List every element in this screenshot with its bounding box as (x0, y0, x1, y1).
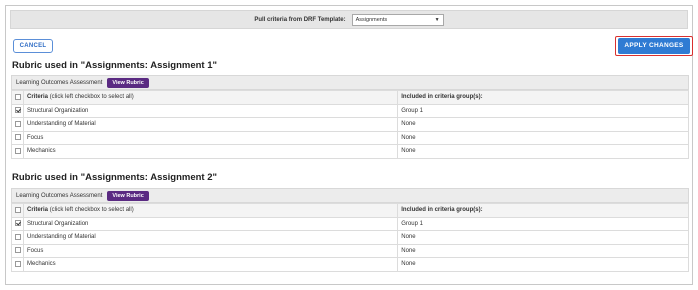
table-row: Mechanics None (11, 257, 689, 272)
rubric-section: Learning Outcomes Assessment View Rubric… (11, 188, 689, 272)
row-checkbox[interactable] (14, 147, 21, 154)
criteria-hint: (click left checkbox to select all) (49, 94, 134, 101)
row-checkbox[interactable] (14, 233, 21, 240)
included-header: Included in criteria group(s): (397, 90, 689, 105)
group-cell: None (397, 257, 689, 272)
dropdown-arrow-icon: ▼ (434, 16, 440, 23)
table-row: Understanding of Material None (11, 230, 689, 245)
view-rubric-button[interactable]: View Rubric (107, 77, 149, 88)
table-row: Structural Organization Group 1 (11, 103, 689, 118)
criteria-hint: (click left checkbox to select all) (49, 207, 134, 214)
template-select[interactable]: Assignments ▼ (351, 13, 444, 26)
criteria-cell: Focus (22, 130, 399, 145)
row-checkbox[interactable] (14, 120, 21, 127)
outcome-bar: Learning Outcomes Assessment View Rubric (11, 75, 689, 90)
select-all-checkbox[interactable] (14, 206, 21, 213)
row-checkbox[interactable] (14, 247, 21, 254)
cancel-button[interactable]: CANCEL (13, 39, 53, 53)
rubric-title: Rubric used in "Assignments: Assignment … (12, 172, 218, 183)
rubric-section: Learning Outcomes Assessment View Rubric… (11, 75, 689, 159)
criteria-table: Criteria (click left checkbox to select … (11, 203, 689, 272)
criteria-cell: Structural Organization (22, 103, 399, 118)
criteria-table: Criteria (click left checkbox to select … (11, 90, 689, 159)
outcome-bar: Learning Outcomes Assessment View Rubric (11, 188, 689, 203)
group-cell: Group 1 (397, 216, 689, 231)
table-row: Focus None (11, 243, 689, 258)
group-cell: None (397, 144, 689, 159)
group-cell: None (397, 230, 689, 245)
rubric-title: Rubric used in "Assignments: Assignment … (12, 60, 218, 71)
select-all-checkbox[interactable] (14, 93, 21, 100)
criteria-cell: Mechanics (22, 257, 399, 272)
table-row: Structural Organization Group 1 (11, 216, 689, 231)
template-label: Pull criteria from DRF Template: (254, 16, 346, 23)
table-row: Understanding of Material None (11, 117, 689, 132)
criteria-panel: Pull criteria from DRF Template: Assignm… (5, 5, 693, 285)
criteria-header: Criteria (27, 207, 49, 214)
group-cell: None (397, 130, 689, 145)
row-checkbox[interactable] (14, 134, 21, 141)
row-checkbox[interactable] (14, 260, 21, 267)
row-checkbox[interactable] (14, 220, 21, 227)
criteria-cell: Mechanics (22, 144, 399, 159)
table-header: Criteria (click left checkbox to select … (11, 203, 689, 218)
criteria-cell: Focus (22, 243, 399, 258)
table-row: Focus None (11, 130, 689, 145)
outcome-label: Learning Outcomes Assessment (16, 79, 103, 86)
row-checkbox[interactable] (14, 107, 21, 114)
criteria-cell: Structural Organization (22, 216, 399, 231)
criteria-cell: Understanding of Material (22, 230, 399, 245)
outcome-label: Learning Outcomes Assessment (16, 192, 103, 199)
criteria-cell: Understanding of Material (22, 117, 399, 132)
group-cell: None (397, 243, 689, 258)
apply-changes-button[interactable]: APPLY CHANGES (618, 38, 690, 54)
criteria-header: Criteria (27, 94, 49, 101)
group-cell: None (397, 117, 689, 132)
included-header: Included in criteria group(s): (397, 203, 689, 218)
table-row: Mechanics None (11, 144, 689, 159)
table-header: Criteria (click left checkbox to select … (11, 90, 689, 105)
template-bar: Pull criteria from DRF Template: Assignm… (10, 10, 688, 29)
group-cell: Group 1 (397, 103, 689, 118)
view-rubric-button[interactable]: View Rubric (107, 190, 149, 201)
template-select-value: Assignments (355, 16, 388, 23)
